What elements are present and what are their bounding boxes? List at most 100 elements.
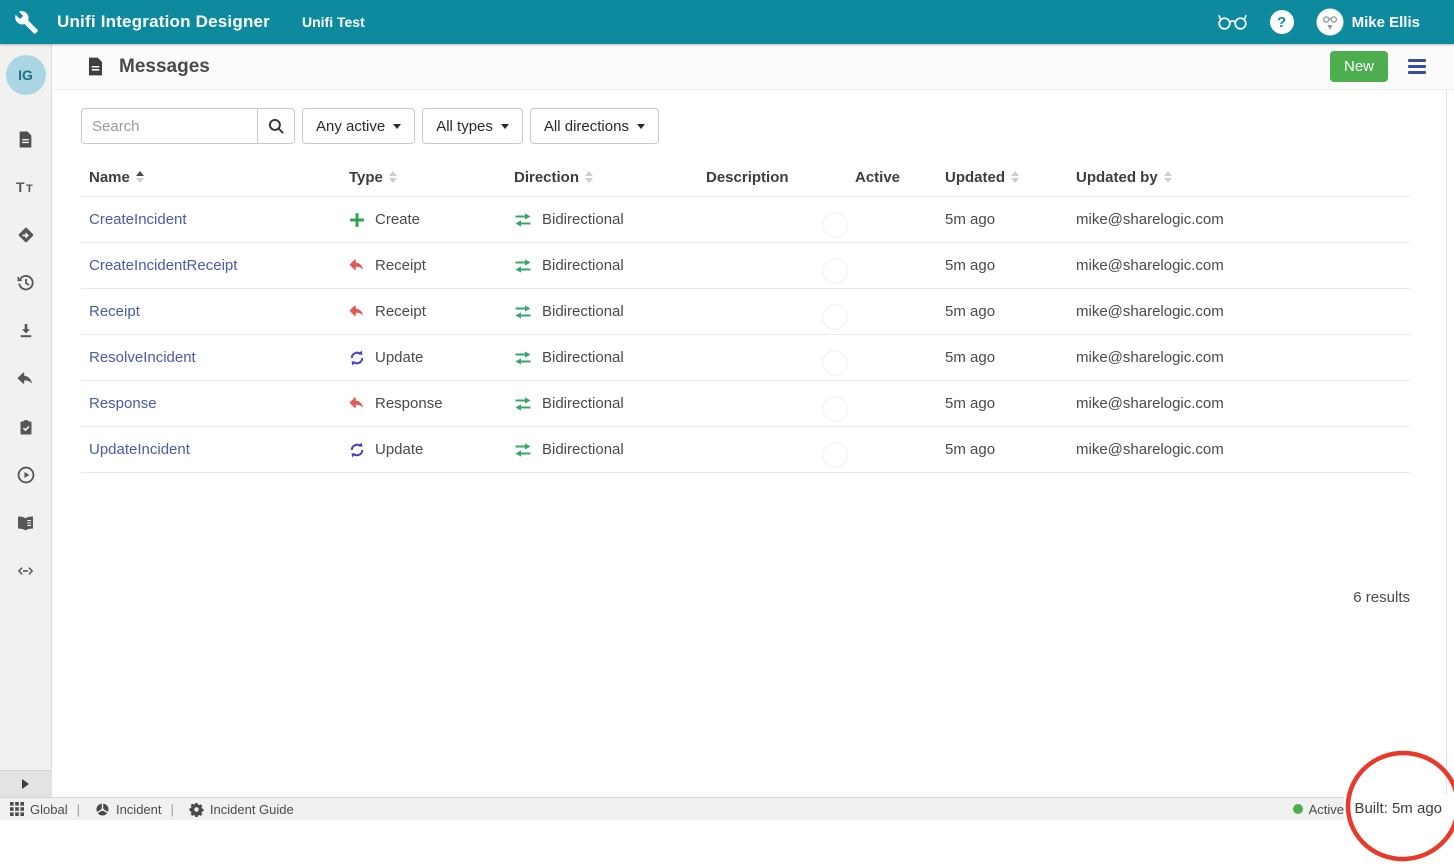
new-button[interactable]: New bbox=[1330, 51, 1388, 82]
built-status: Built: 5m ago bbox=[1344, 794, 1454, 822]
column-header-type[interactable]: Type bbox=[349, 169, 514, 186]
updated-by-cell: mike@sharelogic.com bbox=[1076, 441, 1410, 458]
messages-icon bbox=[86, 57, 105, 76]
reply-icon bbox=[349, 258, 365, 274]
menu-icon[interactable] bbox=[1406, 57, 1428, 76]
active-filter-dropdown[interactable]: Any active bbox=[302, 108, 415, 144]
app-title: Unifi Integration Designer bbox=[57, 12, 270, 32]
column-header-direction[interactable]: Direction bbox=[514, 169, 706, 186]
sort-icon bbox=[136, 171, 144, 183]
message-name-link[interactable]: CreateIncident bbox=[89, 211, 187, 228]
table-header-row: Name Type Direction Description Active U… bbox=[81, 158, 1410, 197]
column-header-name[interactable]: Name bbox=[89, 169, 349, 186]
user-name: Mike Ellis bbox=[1352, 14, 1420, 31]
table-row: Response Response Bidirectional 5m ago m… bbox=[81, 381, 1410, 427]
tasks-icon[interactable] bbox=[12, 413, 40, 441]
table-row: ResolveIncident Update Bidirectional 5m … bbox=[81, 335, 1410, 381]
table-row: UpdateIncident Update Bidirectional 5m a… bbox=[81, 427, 1410, 473]
document-icon[interactable] bbox=[12, 125, 40, 153]
updated-by-cell: mike@sharelogic.com bbox=[1076, 303, 1410, 320]
message-name-link[interactable]: Response bbox=[89, 395, 157, 412]
direction-cell: Bidirectional bbox=[514, 395, 706, 412]
message-name-link[interactable]: ResolveIncident bbox=[89, 349, 196, 366]
search-icon bbox=[268, 118, 285, 135]
glasses-icon[interactable] bbox=[1217, 13, 1248, 31]
table-row: CreateIncidentReceipt Receipt Bidirectio… bbox=[81, 243, 1410, 289]
column-header-description: Description bbox=[706, 169, 855, 186]
bidirectional-icon bbox=[514, 397, 532, 411]
chevron-down-icon bbox=[637, 124, 645, 129]
reply-icon[interactable] bbox=[12, 365, 40, 393]
bidirectional-icon bbox=[514, 443, 532, 457]
plus-icon bbox=[349, 212, 365, 228]
sidebar-collapse-button[interactable] bbox=[0, 770, 52, 797]
svg-text:T: T bbox=[16, 179, 25, 195]
grid-icon bbox=[10, 802, 24, 816]
updated-by-cell: mike@sharelogic.com bbox=[1076, 349, 1410, 366]
user-menu[interactable]: Mike Ellis bbox=[1316, 8, 1420, 36]
type-filter-value: All types bbox=[436, 118, 493, 135]
direction-cell: Bidirectional bbox=[514, 441, 706, 458]
reply-icon bbox=[349, 304, 365, 320]
column-header-updated[interactable]: Updated bbox=[945, 169, 1076, 186]
type-cell: Receipt bbox=[349, 303, 514, 320]
page-header: Messages New bbox=[52, 44, 1454, 90]
diamond-arrow-icon[interactable] bbox=[12, 221, 40, 249]
column-header-updated-by[interactable]: Updated by bbox=[1076, 169, 1410, 186]
code-icon[interactable] bbox=[12, 557, 40, 585]
text-style-icon[interactable]: TT bbox=[12, 173, 40, 201]
bidirectional-icon bbox=[514, 259, 532, 273]
wrench-icon[interactable] bbox=[14, 10, 39, 35]
message-name-link[interactable]: CreateIncidentReceipt bbox=[89, 257, 237, 274]
book-icon[interactable] bbox=[12, 509, 40, 537]
type-cell: Update bbox=[349, 441, 514, 458]
type-cell: Response bbox=[349, 395, 514, 412]
sort-icon bbox=[1164, 171, 1172, 183]
updated-by-cell: mike@sharelogic.com bbox=[1076, 395, 1410, 412]
active-status-label: Active bbox=[1309, 802, 1344, 817]
type-cell: Create bbox=[349, 211, 514, 228]
workspace-name[interactable]: Unifi Test bbox=[302, 14, 365, 30]
reply-icon bbox=[349, 396, 365, 412]
updated-cell: 5m ago bbox=[945, 257, 1076, 274]
type-cell: Receipt bbox=[349, 257, 514, 274]
direction-filter-dropdown[interactable]: All directions bbox=[530, 108, 659, 144]
scope-incident[interactable]: Incident bbox=[68, 802, 162, 817]
panel-divider bbox=[1446, 90, 1447, 797]
scope-global[interactable]: Global bbox=[10, 802, 68, 817]
message-name-link[interactable]: Receipt bbox=[89, 303, 140, 320]
left-sidebar: IG TT bbox=[0, 44, 52, 797]
chevron-down-icon bbox=[501, 124, 509, 129]
app-topbar: Unifi Integration Designer Unifi Test ? bbox=[0, 0, 1454, 44]
updated-by-cell: mike@sharelogic.com bbox=[1076, 257, 1410, 274]
bidirectional-icon bbox=[514, 305, 532, 319]
chevron-down-icon bbox=[393, 124, 401, 129]
integration-avatar[interactable]: IG bbox=[6, 55, 46, 95]
type-filter-dropdown[interactable]: All types bbox=[422, 108, 523, 144]
bidirectional-icon bbox=[514, 213, 532, 227]
direction-cell: Bidirectional bbox=[514, 211, 706, 228]
type-cell: Update bbox=[349, 349, 514, 366]
play-circle-icon[interactable] bbox=[12, 461, 40, 489]
history-icon[interactable] bbox=[12, 269, 40, 297]
scope-incident-guide[interactable]: Incident Guide bbox=[162, 802, 294, 817]
bidirectional-icon bbox=[514, 351, 532, 365]
incident-icon bbox=[95, 802, 110, 817]
gear-icon bbox=[189, 802, 204, 817]
download-icon[interactable] bbox=[12, 317, 40, 345]
search-input[interactable] bbox=[81, 108, 257, 144]
direction-cell: Bidirectional bbox=[514, 257, 706, 274]
chevron-right-icon bbox=[22, 779, 29, 789]
message-name-link[interactable]: UpdateIncident bbox=[89, 441, 190, 458]
sort-icon bbox=[389, 171, 397, 183]
sort-icon bbox=[1011, 171, 1019, 183]
active-status-dot bbox=[1293, 804, 1303, 814]
status-bar: Global Incident Incident Guide Active Bu… bbox=[0, 797, 1454, 820]
search-button[interactable] bbox=[257, 108, 295, 144]
main-content: Messages New Any active All types All di… bbox=[52, 44, 1454, 797]
help-icon[interactable]: ? bbox=[1270, 10, 1294, 34]
updated-by-cell: mike@sharelogic.com bbox=[1076, 211, 1410, 228]
sort-icon bbox=[585, 171, 593, 183]
avatar bbox=[1316, 8, 1344, 36]
refresh-icon bbox=[349, 442, 365, 458]
